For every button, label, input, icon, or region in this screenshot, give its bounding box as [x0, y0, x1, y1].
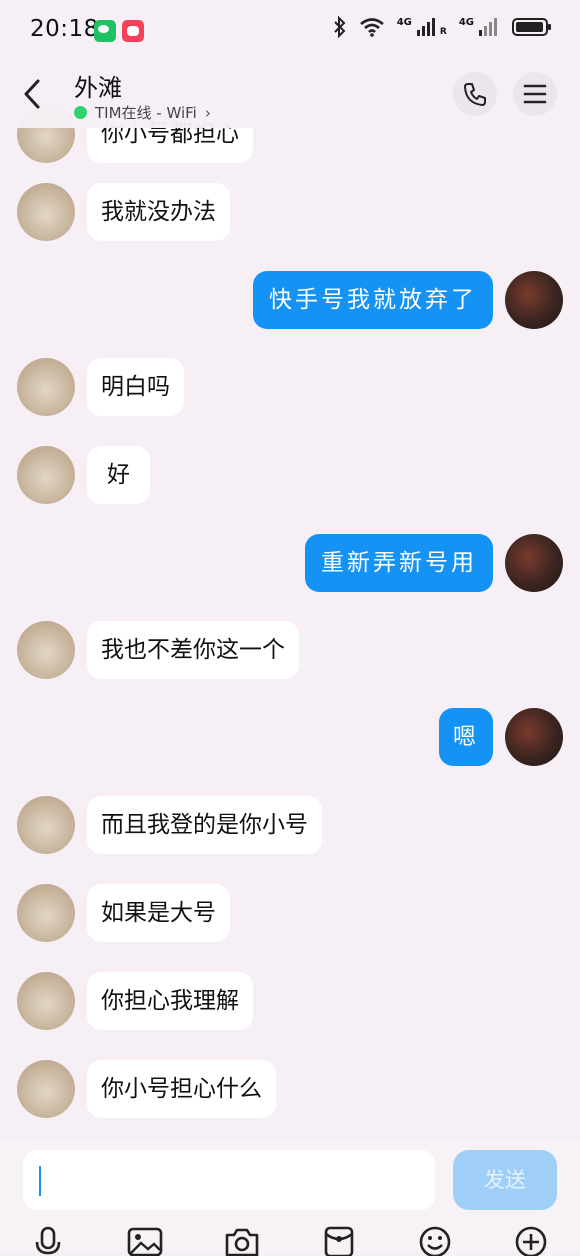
message-row: 你小号担心什么	[0, 1060, 580, 1118]
menu-button[interactable]	[513, 72, 557, 116]
message-bubble[interactable]: 嗯	[439, 708, 493, 766]
message-bubble[interactable]: 你小号担心什么	[87, 1060, 276, 1118]
message-row: 快手号我就放弃了	[0, 271, 580, 329]
menu-icon	[523, 84, 547, 104]
text-cursor	[39, 1166, 41, 1196]
message-row: 我就没办法	[0, 183, 580, 241]
message-bubble[interactable]: 快手号我就放弃了	[253, 271, 493, 329]
message-row: 你担心我理解	[0, 972, 580, 1030]
message-bubble[interactable]: 好	[87, 446, 150, 504]
message-row: 好	[0, 446, 580, 504]
my-avatar[interactable]	[505, 708, 563, 766]
message-input[interactable]	[23, 1150, 435, 1210]
wifi-icon	[359, 18, 384, 37]
call-button[interactable]	[453, 72, 497, 116]
contact-avatar[interactable]	[17, 358, 75, 416]
back-arrow-icon[interactable]	[18, 76, 48, 112]
chat-title[interactable]: 外滩	[74, 68, 122, 103]
contact-avatar[interactable]	[17, 884, 75, 942]
contact-avatar[interactable]	[17, 621, 75, 679]
message-row: 如果是大号	[0, 884, 580, 942]
my-avatar[interactable]	[505, 534, 563, 592]
signal-bars-icon	[416, 18, 435, 36]
my-avatar[interactable]	[505, 271, 563, 329]
signal-bars-icon	[479, 18, 497, 36]
message-row: 明白吗	[0, 358, 580, 416]
bluetooth-icon	[334, 16, 346, 38]
status-time: 20:18	[30, 16, 99, 42]
network-type-label: 4G	[458, 17, 474, 28]
message-row: 而且我登的是你小号	[0, 796, 580, 854]
signal-1: 4G R	[397, 17, 447, 37]
phone-icon	[464, 83, 486, 106]
status-right: 4G R 4G	[333, 16, 552, 38]
message-bubble[interactable]: 而且我登的是你小号	[87, 796, 322, 854]
contact-avatar[interactable]	[17, 446, 75, 504]
message-row: 嗯	[0, 708, 580, 766]
message-list[interactable]: 你小号都担心 我就没办法 快手号我就放弃了 明白吗 好 重新弄新号用 我也不差你…	[0, 62, 580, 1140]
battery-icon	[512, 18, 551, 36]
message-bubble[interactable]: 你担心我理解	[87, 972, 253, 1030]
contact-avatar[interactable]	[17, 796, 75, 854]
roaming-label: R	[439, 27, 447, 37]
game-app-icon	[122, 20, 144, 42]
chevron-right-icon: ›	[204, 103, 211, 122]
status-bar: 20:18 4G R 4G	[0, 0, 580, 62]
message-bubble[interactable]: 明白吗	[87, 358, 184, 416]
contact-avatar[interactable]	[17, 1060, 75, 1118]
message-row: 我也不差你这一个	[0, 621, 580, 679]
wechat-icon	[94, 20, 116, 42]
online-dot-icon	[74, 106, 87, 119]
contact-avatar[interactable]	[17, 972, 75, 1030]
signal-2: 4G	[459, 17, 500, 37]
message-bubble[interactable]: 我就没办法	[87, 183, 230, 241]
send-button[interactable]: 发送	[453, 1150, 557, 1210]
online-status-text: TIM在线 - WiFi	[95, 104, 197, 122]
online-status[interactable]: TIM在线 - WiFi ›	[74, 102, 211, 123]
network-type-label: 4G	[396, 17, 412, 28]
message-bubble[interactable]: 如果是大号	[87, 884, 230, 942]
composer-bar: 发送	[0, 1140, 580, 1256]
message-row: 重新弄新号用	[0, 534, 580, 592]
contact-avatar[interactable]	[17, 183, 75, 241]
message-bubble[interactable]: 我也不差你这一个	[87, 621, 299, 679]
chat-header: 外滩 TIM在线 - WiFi ›	[0, 62, 580, 128]
message-bubble[interactable]: 重新弄新号用	[305, 534, 493, 592]
